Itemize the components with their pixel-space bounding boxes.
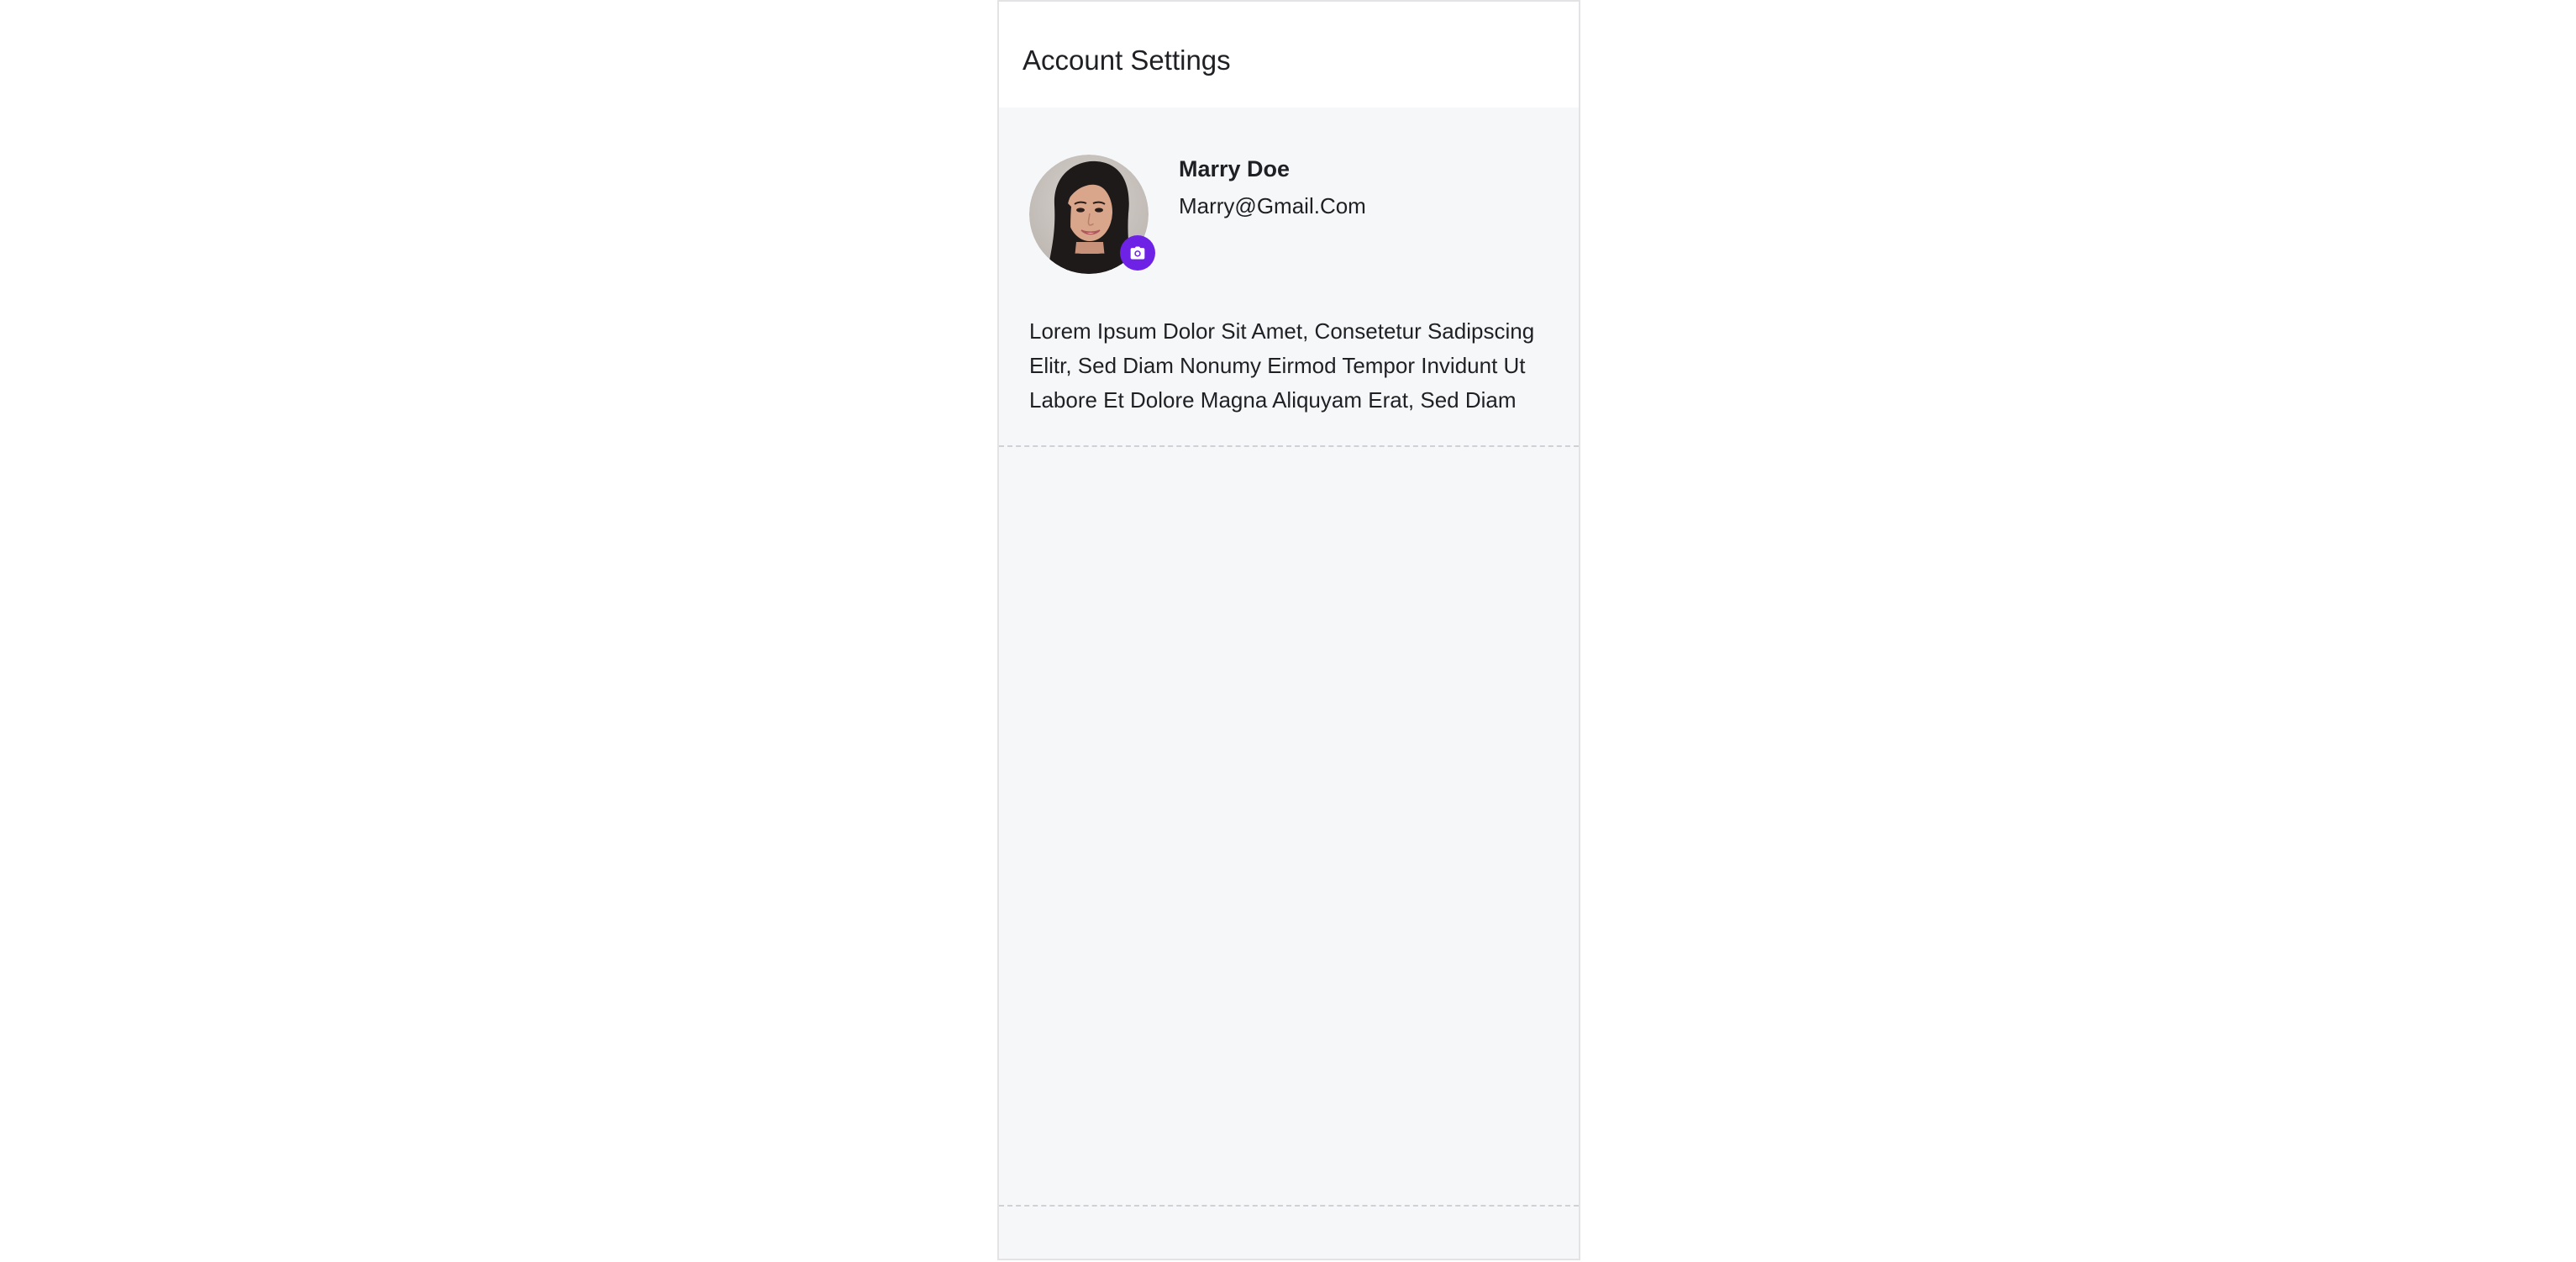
avatar-container [1029, 155, 1155, 276]
user-email: Marry@Gmail.Com [1179, 193, 1366, 218]
settings-content-area [999, 447, 1579, 1205]
account-settings-panel: Account Settings Marry Doe Marry@Gmail.C… [997, 0, 1580, 1260]
camera-icon [1130, 246, 1145, 260]
change-photo-button[interactable] [1120, 235, 1155, 271]
user-name: Marry Doe [1179, 156, 1291, 181]
user-bio: Lorem Ipsum Dolor Sit Amet, Consetetur S… [1029, 318, 1535, 413]
header: Account Settings [999, 2, 1579, 108]
page-title: Account Settings [1023, 45, 1231, 76]
section-divider-bottom [999, 1205, 1579, 1207]
